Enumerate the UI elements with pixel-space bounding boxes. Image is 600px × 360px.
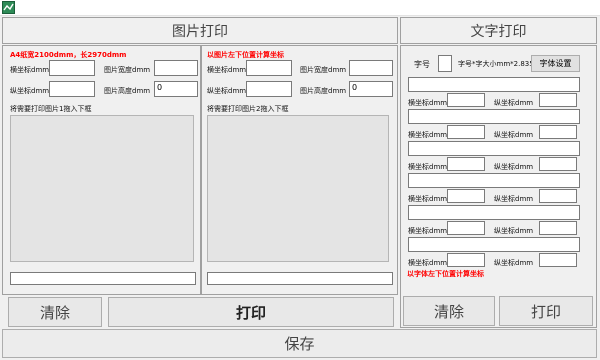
text-content-input[interactable] [408, 141, 580, 156]
print-text-button[interactable]: 打印 [499, 296, 593, 326]
tab-image-print[interactable]: 图片打印 [2, 17, 398, 44]
height-label: 图片高度dmm [104, 87, 151, 95]
y-coord-label: 纵坐标dmm [494, 195, 534, 203]
width-label: 图片宽度dmm [104, 66, 151, 74]
text-content-input[interactable] [408, 237, 580, 252]
drop-instruction: 将需要打印图片2拖入下框 [207, 105, 289, 113]
font-size-label: 字号 [414, 60, 430, 69]
x-coord-label: 横坐标dmm [408, 227, 448, 235]
text-x-input[interactable] [447, 93, 485, 107]
image1-x-input[interactable] [49, 60, 95, 76]
drop-instruction: 将需要打印图片1拖入下框 [10, 105, 92, 113]
image2-path-input[interactable] [207, 272, 393, 285]
x-coord-label: 横坐标dmm [408, 163, 448, 171]
text-y-input[interactable] [539, 253, 577, 267]
text-x-input[interactable] [447, 125, 485, 139]
x-coord-label: 横坐标dmm [10, 66, 50, 74]
x-coord-label: 横坐标dmm [408, 195, 448, 203]
y-coord-label: 纵坐标dmm [494, 163, 534, 171]
width-label: 图片宽度dmm [300, 66, 347, 74]
text-content-input[interactable] [408, 77, 580, 92]
image2-x-input[interactable] [246, 60, 292, 76]
image1-panel: A4纸宽2100dmm，长2970dmm 横坐标dmm 图片宽度dmm 纵坐标d… [2, 45, 201, 295]
y-coord-label: 纵坐标dmm [494, 259, 534, 267]
image1-height-input[interactable]: 0 [154, 81, 198, 97]
image1-width-input[interactable] [154, 60, 198, 76]
image1-path-input[interactable] [10, 272, 196, 285]
y-coord-label: 纵坐标dmm [494, 99, 534, 107]
text-content-input[interactable] [408, 173, 580, 188]
font-settings-button[interactable]: 字体设置 [531, 55, 580, 72]
text-x-input[interactable] [447, 221, 485, 235]
text-y-input[interactable] [539, 125, 577, 139]
text-y-input[interactable] [539, 221, 577, 235]
x-coord-label: 横坐标dmm [207, 66, 247, 74]
text-content-input[interactable] [408, 205, 580, 220]
image2-y-input[interactable] [246, 81, 292, 97]
x-coord-label: 横坐标dmm [408, 259, 448, 267]
text-x-input[interactable] [447, 253, 485, 267]
y-coord-label: 纵坐标dmm [207, 87, 247, 95]
text-print-panel: 字号 字号*字大小mm*2.835 字体设置 横坐标dmm 纵坐标dmm 横坐标dm… [400, 45, 597, 328]
font-size-input[interactable] [438, 55, 452, 72]
y-coord-label: 纵坐标dmm [494, 131, 534, 139]
coordinate-note: 以图片左下位置计算坐标 [207, 51, 284, 59]
clear-text-button[interactable]: 清除 [403, 296, 495, 326]
text-x-input[interactable] [447, 189, 485, 203]
text-y-input[interactable] [539, 93, 577, 107]
y-coord-label: 纵坐标dmm [494, 227, 534, 235]
image2-drop-zone[interactable] [207, 115, 389, 262]
y-coord-label: 纵坐标dmm [10, 87, 50, 95]
clear-image-button[interactable]: 清除 [8, 297, 102, 327]
image1-drop-zone[interactable] [10, 115, 194, 262]
text-coordinate-note: 以字体左下位置计算坐标 [407, 270, 484, 278]
text-content-input[interactable] [408, 109, 580, 124]
app-icon [2, 1, 15, 14]
save-button[interactable]: 保存 [2, 329, 597, 358]
x-coord-label: 横坐标dmm [408, 131, 448, 139]
image2-panel: 以图片左下位置计算坐标 横坐标dmm 图片宽度dmm 纵坐标dmm 图片高度dm… [201, 45, 398, 295]
font-formula-label: 字号*字大小mm*2.835 [458, 60, 534, 68]
paper-size-note: A4纸宽2100dmm，长2970dmm [10, 51, 127, 59]
text-y-input[interactable] [539, 157, 577, 171]
print-image-button[interactable]: 打印 [108, 297, 394, 327]
image1-y-input[interactable] [49, 81, 95, 97]
window-titlebar [0, 0, 600, 16]
text-x-input[interactable] [447, 157, 485, 171]
tab-text-print[interactable]: 文字打印 [400, 17, 597, 44]
text-y-input[interactable] [539, 189, 577, 203]
image2-height-input[interactable]: 0 [349, 81, 393, 97]
height-label: 图片高度dmm [300, 87, 347, 95]
x-coord-label: 横坐标dmm [408, 99, 448, 107]
image2-width-input[interactable] [349, 60, 393, 76]
